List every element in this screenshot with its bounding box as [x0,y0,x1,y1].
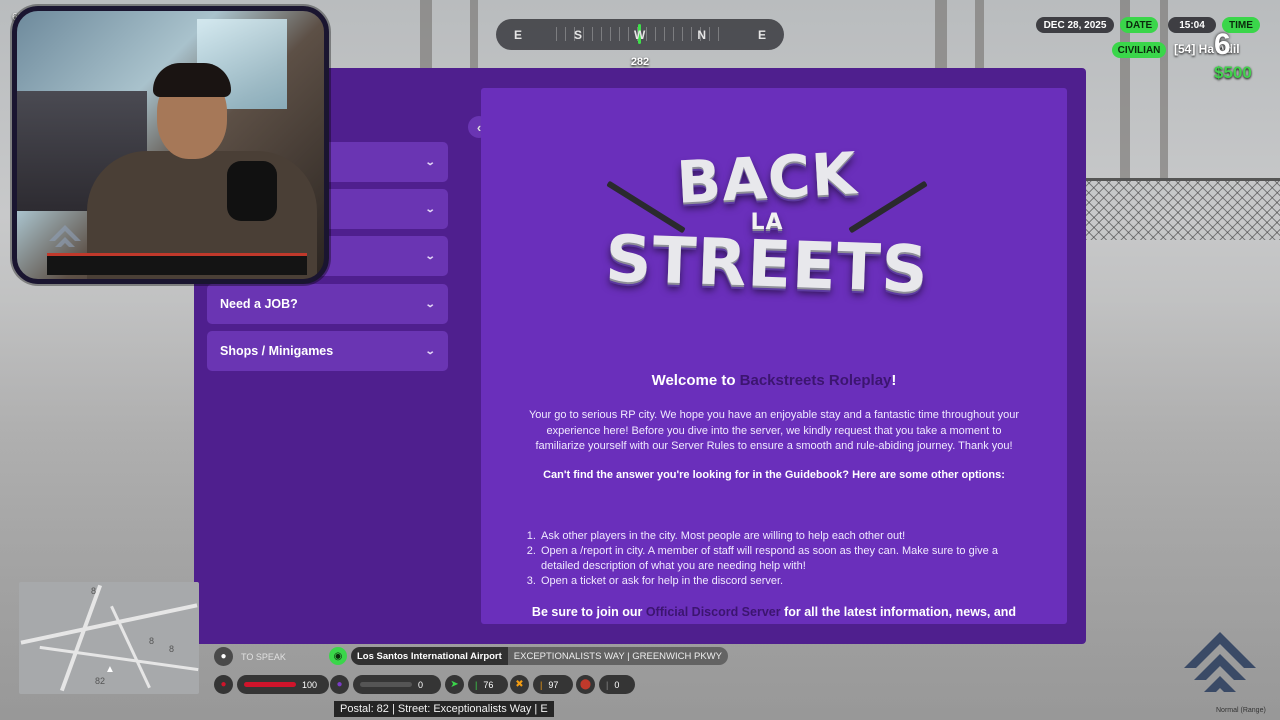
job-badge: CIVILIAN [1112,42,1166,58]
welcome-suffix: ! [891,372,897,389]
food-icon: ✖ [510,675,529,694]
stamina-bar: | 76 [468,675,508,694]
chevron-down-icon: ⌄ [424,250,436,262]
street-names: EXCEPTIONALISTS WAY | GREENWICH PKWY [507,647,728,665]
voice-indicator: ● TO SPEAK [214,647,286,666]
stamina-stat: ➤ | 76 [445,675,508,694]
health-fill [244,682,296,687]
map-road [39,645,199,672]
server-name: Backstreets Roleplay [739,372,892,389]
sidebar-item-need-a-job[interactable]: Need a JOB? ⌄ [207,284,448,324]
discord-link[interactable]: Official Discord Server [646,605,781,619]
map-label: 8 [169,644,175,654]
health-bar: 100 [237,675,329,694]
list-item: Open a ticket or ask for help in the dis… [539,574,1035,589]
tree [470,0,478,70]
map-road [20,603,198,645]
compass-heading: 282 [630,56,650,68]
compass-mark: W [634,27,646,42]
stress-bar: | 0 [599,675,635,694]
stamina-value: 76 [483,679,494,690]
tree [935,0,947,70]
keyboard [47,253,307,275]
map-label: 8 [149,636,155,646]
microphone-icon [227,161,277,221]
logo-text-streets: STREETS [604,222,930,308]
health-value: 100 [302,679,318,690]
brand-logo-icon [49,225,81,247]
armor-bar: 0 [353,675,441,694]
map-label: 82 [95,676,106,686]
compass-mark: E [514,27,523,42]
streamer-webcam [12,6,329,284]
wanted-level: 6 [1214,28,1231,61]
list-item: Ask other players in the city. Most peop… [539,529,1035,544]
map-label: 8 [91,586,97,596]
postal-street-readout: Postal: 82 | Street: Exceptionalists Way… [334,701,554,717]
armor-stat: ● 0 [330,675,441,694]
voice-label: TO SPEAK [241,651,286,662]
stress-icon: ⬤ [576,675,595,694]
armor-value: 0 [418,679,424,690]
stamina-mark-icon: | [475,679,478,690]
voice-mode-label: Normal (Range) [1216,707,1266,714]
chainlink-fence [1086,178,1280,240]
server-brand-logo-icon [1184,632,1256,692]
stress-mark-icon: | [606,679,609,690]
shield-icon: ● [330,675,349,694]
sidebar-item-shops-minigames[interactable]: Shops / Minigames ⌄ [207,331,448,371]
location-display: ◉ Los Santos International Airport EXCEP… [329,647,728,665]
stress-stat: ⬤ | 0 [576,675,635,694]
tree [975,0,984,70]
chevron-down-icon: ⌄ [424,156,436,168]
zone-name: Los Santos International Airport [351,647,508,665]
server-logo: BACK LA STREETS [599,139,935,330]
hunger-mark-icon: | [540,679,543,690]
help-question: Can't find the answer you're looking for… [543,469,1005,481]
running-icon: ➤ [445,675,464,694]
heart-icon: ● [214,675,233,694]
health-stat: ● 100 [214,675,329,694]
location-pin-icon: ◉ [329,647,347,665]
compass-mark: S [574,27,583,42]
hunger-stat: ✖ | 97 [510,675,573,694]
chevron-down-icon: ⌄ [424,298,436,310]
time-value: 15:04 [1168,17,1216,33]
minimap: 8 8 82 8 ▲ [19,582,199,694]
chevron-down-icon: ⌄ [424,203,436,215]
guidebook-content: BACK LA STREETS Welcome to Backstreets R… [481,88,1067,624]
date-value: DEC 28, 2025 [1036,17,1114,33]
date-label: DATE [1120,17,1158,33]
list-item: Open a /report in city. A member of staf… [539,544,1035,574]
chevron-down-icon: ⌄ [424,345,436,357]
tree [420,0,432,70]
help-options-list: Ask other players in the city. Most peop… [525,529,1035,589]
compass-mark: E [757,27,766,42]
hunger-bar: | 97 [533,675,573,694]
player-arrow-icon: ▲ [105,664,115,675]
tree [1160,0,1168,180]
sidebar-item-label: Need a JOB? [220,297,298,311]
sidebar-item-label: Shops / Minigames [220,344,334,358]
cash-amount: $500 [1214,63,1252,82]
intro-paragraph: Your go to serious RP city. We hope you … [528,409,1019,452]
webcam-person-hair [153,63,231,97]
discord-prefix: Be sure to join our [531,605,646,619]
welcome-prefix: Welcome to [651,372,740,389]
discord-callout: Be sure to join our Official Discord Ser… [481,605,1067,619]
hunger-value: 97 [548,679,559,690]
compass-mark: N [697,27,706,42]
stress-value: 0 [614,679,620,690]
welcome-heading: Welcome to Backstreets Roleplay! [481,372,1067,389]
discord-suffix: for all the latest information, news, an… [780,605,1017,619]
microphone-icon: ● [214,647,233,666]
